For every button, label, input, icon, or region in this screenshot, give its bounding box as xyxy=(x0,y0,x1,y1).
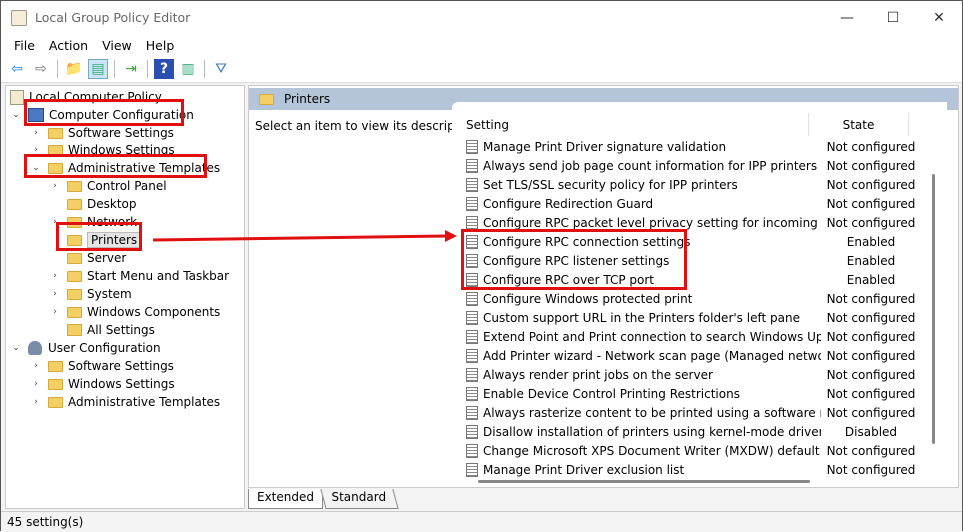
annotation-arrow xyxy=(152,230,457,242)
